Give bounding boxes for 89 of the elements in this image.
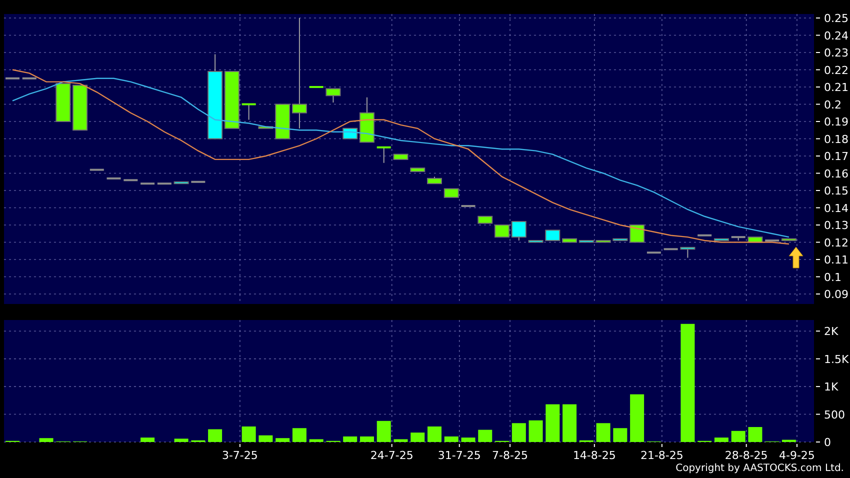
candlestick (680, 246, 696, 258)
candlestick (748, 236, 763, 243)
y-axis-label: 0 (824, 436, 831, 449)
y-axis-label: 0.24 (824, 29, 848, 42)
candlestick (90, 168, 104, 171)
volume-bar (208, 429, 222, 442)
volume-bar (39, 438, 54, 442)
volume-bar (748, 427, 762, 442)
candlestick (444, 188, 459, 198)
y-axis-label: 1.5K (824, 352, 849, 366)
x-axis-label: 28-8-25 (724, 449, 768, 462)
y-axis-label: 0.09 (824, 288, 848, 301)
y-axis-label: 0.25 (824, 12, 848, 25)
volume-bar (461, 438, 476, 442)
volume-bar (410, 432, 425, 442)
volume-bar (613, 428, 628, 442)
candlestick (22, 77, 36, 80)
copyright-text: Copyright by AASTOCKS.com Ltd. (676, 462, 844, 476)
candlestick (309, 86, 324, 88)
x-axis-label: 4-9-25 (779, 449, 815, 462)
candlestick (56, 83, 71, 122)
y-axis-label: 0.14 (824, 202, 848, 215)
y-axis-label: 0.23 (824, 46, 848, 60)
candlestick (242, 103, 256, 120)
y-axis-label: 0.18 (824, 132, 848, 146)
volume-bar (292, 428, 306, 442)
candlestick (326, 88, 341, 104)
candlestick (72, 84, 88, 131)
y-axis-label: 0.11 (824, 254, 848, 266)
x-axis-label: 31-7-25 (438, 449, 481, 462)
volume-bar (630, 394, 644, 442)
candlestick (478, 216, 493, 224)
volume-bar (478, 430, 492, 442)
volume-bar (394, 439, 408, 442)
candlestick (630, 224, 645, 243)
candlestick (174, 181, 189, 184)
candlestick (714, 238, 729, 242)
candlestick (140, 182, 155, 185)
candlestick (258, 126, 274, 129)
candlestick (698, 234, 712, 236)
y-axis-label: 0.2 (824, 98, 842, 112)
volume-bar (276, 438, 290, 442)
candlestick (461, 205, 476, 208)
up-arrow-icon (788, 246, 804, 268)
candlestick (376, 146, 391, 164)
y-axis-label: 0.16 (824, 167, 848, 180)
volume-bar (140, 438, 155, 442)
candlestick (393, 154, 408, 160)
y-axis-label: 1K (824, 380, 838, 394)
candlestick (124, 179, 138, 182)
x-axis-label: 7-8-25 (492, 449, 528, 462)
y-axis-label: 0.13 (824, 219, 848, 232)
candlestick (646, 252, 661, 254)
y-axis-label: 0.17 (824, 150, 848, 163)
volume-bar (546, 404, 560, 442)
candlestick (106, 177, 121, 180)
y-axis-label: 0.15 (824, 184, 848, 198)
y-axis-label: 0.22 (824, 64, 848, 77)
y-axis-label: 0.19 (824, 116, 848, 128)
y-axis-label: 0.12 (824, 236, 848, 250)
volume-bar (596, 423, 610, 442)
candlestick (191, 180, 206, 183)
candlestick (427, 176, 442, 184)
candlestick (731, 236, 746, 242)
candlestick (528, 240, 544, 243)
x-axis-label: 24-7-25 (370, 449, 414, 462)
candlestick (6, 77, 20, 80)
volume-bar (174, 438, 188, 442)
volume-bar (562, 404, 577, 442)
candlestick (545, 230, 560, 242)
x-axis-label: 3-7-25 (222, 449, 258, 462)
volume-bar (309, 439, 324, 442)
volume-bar (512, 423, 526, 442)
volume-bar (714, 438, 728, 442)
y-axis-label: 0.21 (824, 81, 848, 94)
candlestick (781, 238, 796, 242)
volume-bar (428, 426, 442, 442)
candlestick (596, 240, 611, 243)
y-axis-label: 0.1 (824, 270, 842, 284)
candlestick (664, 248, 678, 250)
volume-bar (782, 440, 796, 442)
candlestick (765, 240, 780, 242)
candlestick (157, 182, 172, 185)
y-axis-label: 2K (824, 325, 838, 338)
x-axis-label: 14-8-25 (572, 449, 616, 462)
candlestick (612, 238, 628, 242)
candlestick (410, 168, 426, 172)
y-axis-label: 500 (824, 408, 845, 422)
x-axis-label: 21-8-25 (640, 449, 684, 462)
